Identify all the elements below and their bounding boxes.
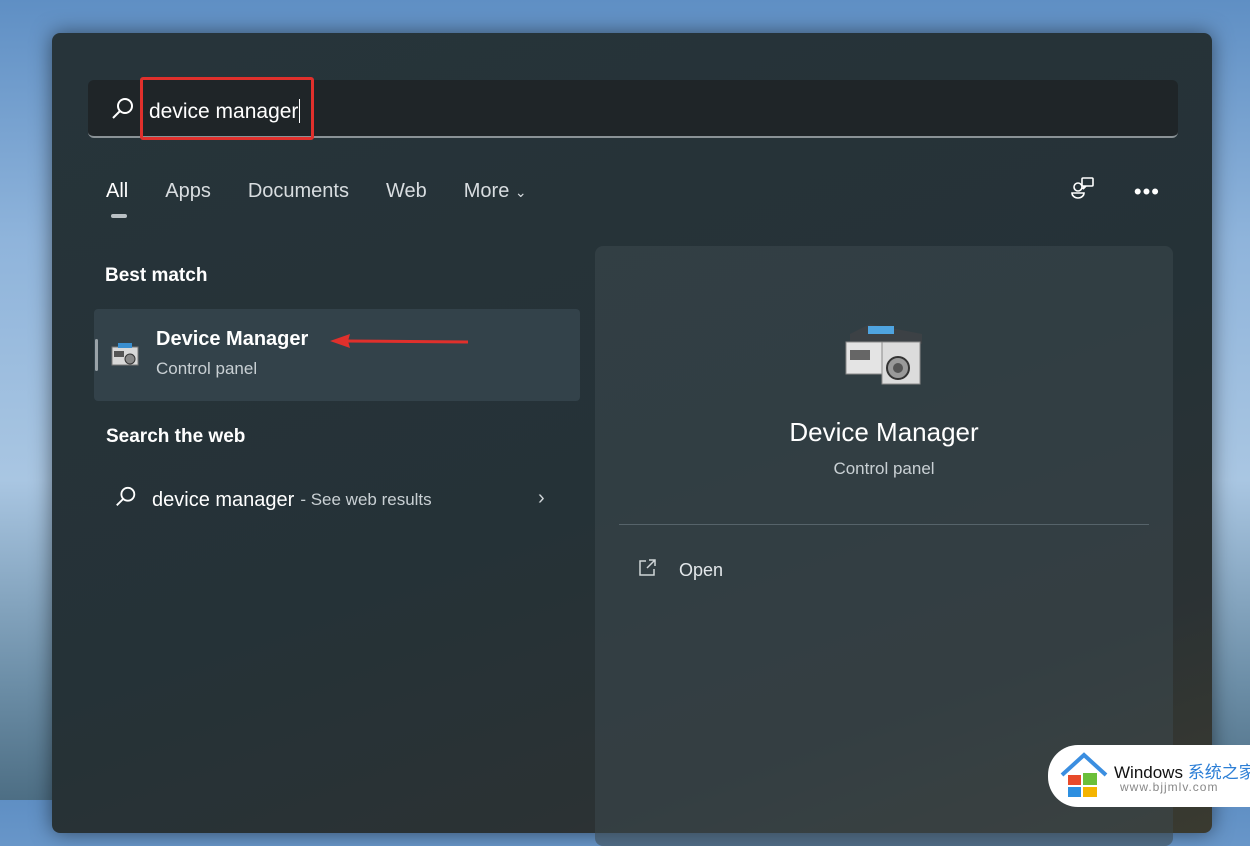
preview-title: Device Manager bbox=[789, 417, 979, 447]
open-button[interactable]: Open bbox=[637, 558, 723, 583]
divider bbox=[619, 524, 1149, 525]
best-match-item[interactable]: Device Manager Control panel bbox=[94, 309, 580, 401]
open-label: Open bbox=[679, 560, 724, 580]
search-box[interactable]: device manager bbox=[88, 77, 1178, 140]
watermark-url: www.bjjmlv.com bbox=[1120, 780, 1219, 794]
web-result-query: device manager bbox=[152, 488, 295, 511]
tab-more[interactable]: More ⌄ bbox=[464, 180, 527, 203]
feedback-icon[interactable] bbox=[1070, 176, 1096, 207]
search-icon bbox=[110, 96, 136, 127]
chevron-right-icon[interactable]: › bbox=[538, 487, 545, 510]
tab-all[interactable]: All bbox=[106, 180, 128, 218]
selection-indicator bbox=[95, 339, 98, 371]
search-input[interactable]: device manager bbox=[149, 99, 300, 124]
tab-more-label: More bbox=[463, 180, 510, 202]
open-external-icon bbox=[637, 558, 657, 583]
chevron-down-icon: ⌄ bbox=[514, 184, 527, 200]
watermark-logo bbox=[1060, 752, 1108, 797]
search-panel: device manager All Apps Documents Web Mo… bbox=[52, 33, 1212, 846]
annotation-arrow bbox=[330, 334, 469, 348]
device-manager-icon bbox=[110, 341, 142, 376]
search-web-heading: Search the web bbox=[106, 426, 246, 447]
search-icon bbox=[114, 485, 138, 515]
web-result-item[interactable]: device manager - See web results bbox=[114, 485, 432, 515]
watermark: Windows 系统之家 www.bjjmlv.com bbox=[1048, 745, 1250, 807]
tab-apps[interactable]: Apps bbox=[165, 180, 211, 203]
device-manager-large-icon bbox=[840, 320, 926, 391]
web-result-suffix: - See web results bbox=[300, 490, 432, 509]
filter-tabs: All Apps Documents Web More ⌄ bbox=[106, 180, 564, 218]
best-match-title: Device Manager bbox=[156, 328, 309, 350]
preview-subtitle: Control panel bbox=[833, 459, 935, 478]
best-match-subtitle: Control panel bbox=[156, 359, 258, 378]
tab-documents[interactable]: Documents bbox=[248, 180, 349, 203]
tab-web[interactable]: Web bbox=[386, 180, 427, 203]
more-options-icon[interactable]: ••• bbox=[1134, 179, 1160, 205]
best-match-heading: Best match bbox=[105, 265, 208, 286]
